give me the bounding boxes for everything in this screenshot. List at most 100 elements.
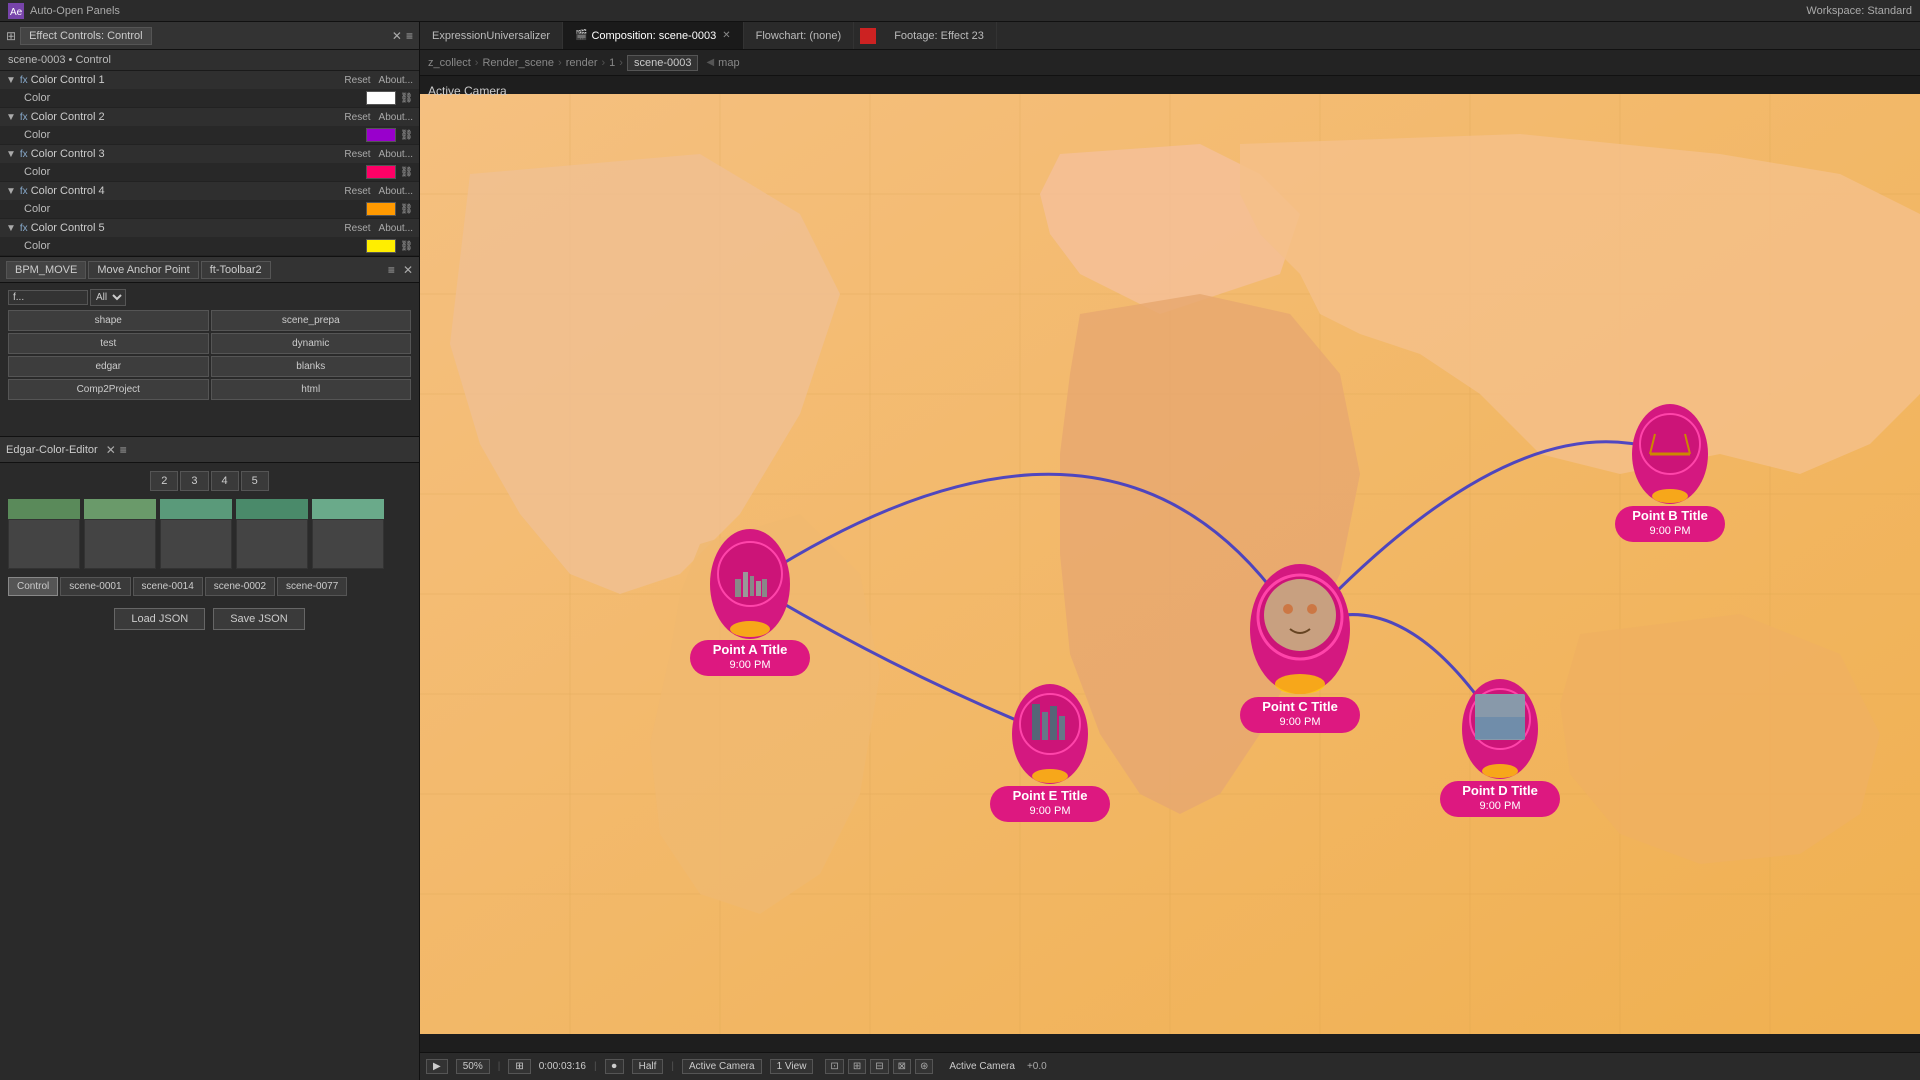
panel-icon: ⊞: [6, 29, 16, 43]
frame-btn[interactable]: ⊞: [508, 1059, 530, 1074]
cc-chain-5[interactable]: ⛓: [400, 241, 413, 252]
main-layout: ⊞ Effect Controls: Control ✕ ≡ scene-000…: [0, 22, 1920, 1080]
cc-reset-1[interactable]: Reset: [344, 75, 370, 86]
preview-btn[interactable]: ▶: [426, 1059, 448, 1074]
comp-tab-0[interactable]: ExpressionUniversalizer: [420, 22, 563, 49]
cc-about-3[interactable]: About...: [379, 149, 413, 160]
swatch-bottom-3[interactable]: [236, 519, 308, 569]
scene-btn-scene-0002[interactable]: scene-0002: [205, 577, 275, 596]
toolbar-filter-select[interactable]: All: [90, 289, 126, 306]
comp-tab-2[interactable]: Flowchart: (none): [744, 22, 855, 49]
breadcrumb-item-1[interactable]: Render_scene: [482, 57, 554, 69]
edgar-tab-4[interactable]: 4: [211, 471, 239, 491]
breadcrumb-item-5[interactable]: map: [718, 57, 739, 69]
toolbar-btn-blanks[interactable]: blanks: [211, 356, 412, 377]
cc-about-2[interactable]: About...: [379, 112, 413, 123]
scene-btn-scene-0014[interactable]: scene-0014: [133, 577, 203, 596]
zoom-btn[interactable]: 50%: [456, 1059, 490, 1074]
edgar-scene-buttons: Controlscene-0001scene-0014scene-0002sce…: [4, 573, 415, 600]
toolbar-buttons-grid: shapescene_prepatestdynamicedgarblanksCo…: [4, 308, 415, 402]
svg-text:9:00 PM: 9:00 PM: [1280, 716, 1321, 728]
panel-menu-btn[interactable]: ≡: [406, 29, 413, 43]
svg-text:9:00 PM: 9:00 PM: [1030, 805, 1071, 817]
swatch-top-1[interactable]: [84, 499, 156, 519]
swatch-top-4[interactable]: [312, 499, 384, 519]
toolbar-close-btn[interactable]: ✕: [403, 263, 413, 277]
edgar-tab-3[interactable]: 3: [180, 471, 208, 491]
view-count-btn[interactable]: 1 View: [770, 1059, 814, 1074]
toolbar-btn-comp2project[interactable]: Comp2Project: [8, 379, 209, 400]
swatch-bottom-2[interactable]: [160, 519, 232, 569]
comp-tab-close-1[interactable]: ✕: [722, 30, 730, 41]
toolbar-tab-bpm_move[interactable]: BPM_MOVE: [6, 261, 86, 279]
toolbar-search-input[interactable]: [8, 290, 88, 305]
toolbar-search-row: All: [4, 287, 415, 308]
swatch-top-2[interactable]: [160, 499, 232, 519]
color-controls-list: ▼ fx Color Control 1 Reset About... Colo…: [0, 71, 419, 256]
cc-arrow-3: ▼: [6, 149, 16, 160]
canvas-area: Active Camera: [420, 76, 1920, 1052]
load-json-btn[interactable]: Load JSON: [114, 608, 205, 630]
cc-swatch-2[interactable]: [366, 128, 396, 142]
cc-reset-4[interactable]: Reset: [344, 186, 370, 197]
breadcrumb-item-2[interactable]: render: [566, 57, 598, 69]
cc-swatch-5[interactable]: [366, 239, 396, 253]
swatch-col-3: [236, 499, 308, 569]
swatch-bottom-1[interactable]: [84, 519, 156, 569]
cc-chain-2[interactable]: ⛓: [400, 130, 413, 141]
edgar-panel: Edgar-Color-Editor ✕ ≡ 2345 Controlscene…: [0, 436, 419, 1080]
svg-text:Point B Title: Point B Title: [1632, 508, 1708, 523]
toolbar-btn-dynamic[interactable]: dynamic: [211, 333, 412, 354]
toolbar-tab-ft-toolbar2[interactable]: ft-Toolbar2: [201, 261, 271, 279]
cc-reset-2[interactable]: Reset: [344, 112, 370, 123]
render-btn[interactable]: ⏺: [605, 1059, 624, 1074]
comp-tab-1[interactable]: 🎬Composition: scene-0003✕: [563, 22, 744, 49]
toolbar-menu-btn[interactable]: ≡: [388, 263, 395, 277]
cc-reset-3[interactable]: Reset: [344, 149, 370, 160]
toolbar-btn-edgar[interactable]: edgar: [8, 356, 209, 377]
swatch-top-3[interactable]: [236, 499, 308, 519]
scene-btn-control[interactable]: Control: [8, 577, 58, 596]
edgar-tab-5[interactable]: 5: [241, 471, 269, 491]
panel-close-btn[interactable]: ✕: [392, 29, 402, 43]
toolbar-btn-test[interactable]: test: [8, 333, 209, 354]
cc-about-4[interactable]: About...: [379, 186, 413, 197]
cc-chain-3[interactable]: ⛓: [400, 167, 413, 178]
cc-about-1[interactable]: About...: [379, 75, 413, 86]
cc-fx-3: fx: [20, 149, 28, 160]
swatch-bottom-4[interactable]: [312, 519, 384, 569]
breadcrumb-sep-0: ›: [475, 57, 479, 69]
cc-chain-1[interactable]: ⛓: [400, 93, 413, 104]
toolbar-btn-shape[interactable]: shape: [8, 310, 209, 331]
breadcrumb-item-3[interactable]: 1: [609, 57, 615, 69]
scene-btn-scene-0001[interactable]: scene-0001: [60, 577, 130, 596]
cc-chain-4[interactable]: ⛓: [400, 204, 413, 215]
breadcrumb-comp-btn[interactable]: scene-0003: [627, 55, 699, 71]
swatch-bottom-0[interactable]: [8, 519, 80, 569]
toolbar-tab-move-anchor-point[interactable]: Move Anchor Point: [88, 261, 198, 279]
save-json-btn[interactable]: Save JSON: [213, 608, 304, 630]
scene-btn-scene-0077[interactable]: scene-0077: [277, 577, 347, 596]
quality-btn[interactable]: Half: [632, 1059, 664, 1074]
view-btn[interactable]: Active Camera: [682, 1059, 762, 1074]
breadcrumb-sep-1: ›: [558, 57, 562, 69]
svg-text:Point C Title: Point C Title: [1262, 699, 1338, 714]
edgar-close-btn[interactable]: ✕: [106, 443, 116, 457]
effect-controls-tab[interactable]: Effect Controls: Control: [20, 27, 152, 45]
comp-tab-3[interactable]: Footage: Effect 23: [882, 22, 997, 49]
bb-icon5: ⊛: [915, 1059, 933, 1074]
cc-swatch-3[interactable]: [366, 165, 396, 179]
breadcrumb-arrow: ◀: [706, 57, 714, 68]
color-control-3: ▼ fx Color Control 3 Reset About... Colo…: [0, 145, 419, 182]
toolbar-btn-scene_prepa[interactable]: scene_prepa: [211, 310, 412, 331]
cc-color-label-3: Color: [24, 166, 366, 178]
breadcrumb-item-0[interactable]: z_collect: [428, 57, 471, 69]
swatch-top-0[interactable]: [8, 499, 80, 519]
cc-about-5[interactable]: About...: [379, 223, 413, 234]
edgar-tab-2[interactable]: 2: [150, 471, 178, 491]
cc-swatch-1[interactable]: [366, 91, 396, 105]
edgar-menu-btn[interactable]: ≡: [120, 443, 127, 457]
cc-swatch-4[interactable]: [366, 202, 396, 216]
toolbar-btn-html[interactable]: html: [211, 379, 412, 400]
cc-reset-5[interactable]: Reset: [344, 223, 370, 234]
